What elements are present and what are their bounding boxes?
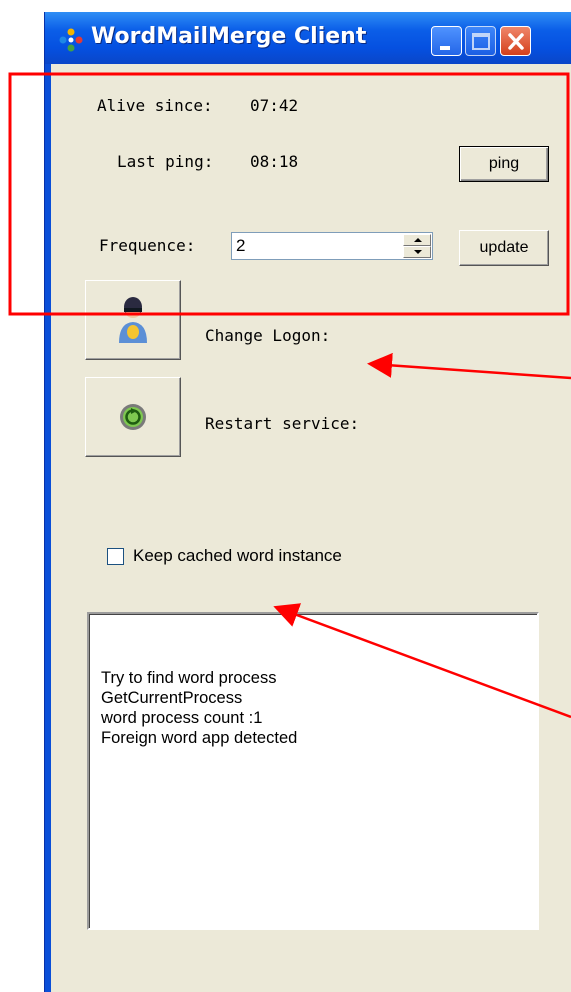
frequence-label: Frequence: bbox=[99, 236, 196, 255]
log-line: Foreign word app detected bbox=[101, 729, 298, 747]
maximize-icon bbox=[472, 33, 490, 50]
client-area: Alive since: 07:42 Last ping: 08:18 ping… bbox=[51, 64, 571, 992]
log-line: Try to find word process bbox=[101, 669, 277, 687]
spin-down-button[interactable] bbox=[403, 246, 431, 258]
alive-since-label: Alive since: bbox=[97, 96, 213, 115]
ping-button[interactable]: ping bbox=[459, 146, 549, 182]
close-icon bbox=[508, 33, 524, 50]
spin-up-button[interactable] bbox=[403, 234, 431, 246]
log-line: word process count :1 bbox=[101, 709, 263, 727]
window-title: WordMailMerge Client bbox=[91, 24, 367, 49]
keep-cached-label: Keep cached word instance bbox=[133, 546, 342, 565]
last-ping-label: Last ping: bbox=[117, 152, 214, 171]
minimize-icon bbox=[440, 46, 450, 50]
change-logon-button[interactable] bbox=[85, 280, 181, 360]
user-icon bbox=[119, 297, 147, 343]
log-output[interactable]: Try to find word process GetCurrentProce… bbox=[87, 612, 539, 930]
update-button[interactable]: update bbox=[459, 230, 549, 266]
minimize-button[interactable] bbox=[431, 26, 462, 56]
alive-since-value: 07:42 bbox=[250, 96, 299, 115]
last-ping-value: 08:18 bbox=[250, 152, 299, 171]
maximize-button[interactable] bbox=[465, 26, 496, 56]
restart-icon bbox=[120, 404, 146, 430]
app-window: WordMailMerge Client Alive since: 07:42 … bbox=[44, 12, 571, 992]
restart-service-button[interactable] bbox=[85, 377, 181, 457]
restart-service-label: Restart service: bbox=[205, 414, 360, 433]
close-button[interactable] bbox=[500, 26, 531, 56]
title-bar[interactable]: WordMailMerge Client bbox=[45, 12, 571, 64]
log-line: GetCurrentProcess bbox=[101, 689, 243, 707]
app-icon bbox=[59, 28, 83, 52]
frequence-spinner[interactable] bbox=[403, 234, 431, 258]
change-logon-label: Change Logon: bbox=[205, 326, 331, 345]
keep-cached-checkbox[interactable] bbox=[107, 548, 124, 565]
